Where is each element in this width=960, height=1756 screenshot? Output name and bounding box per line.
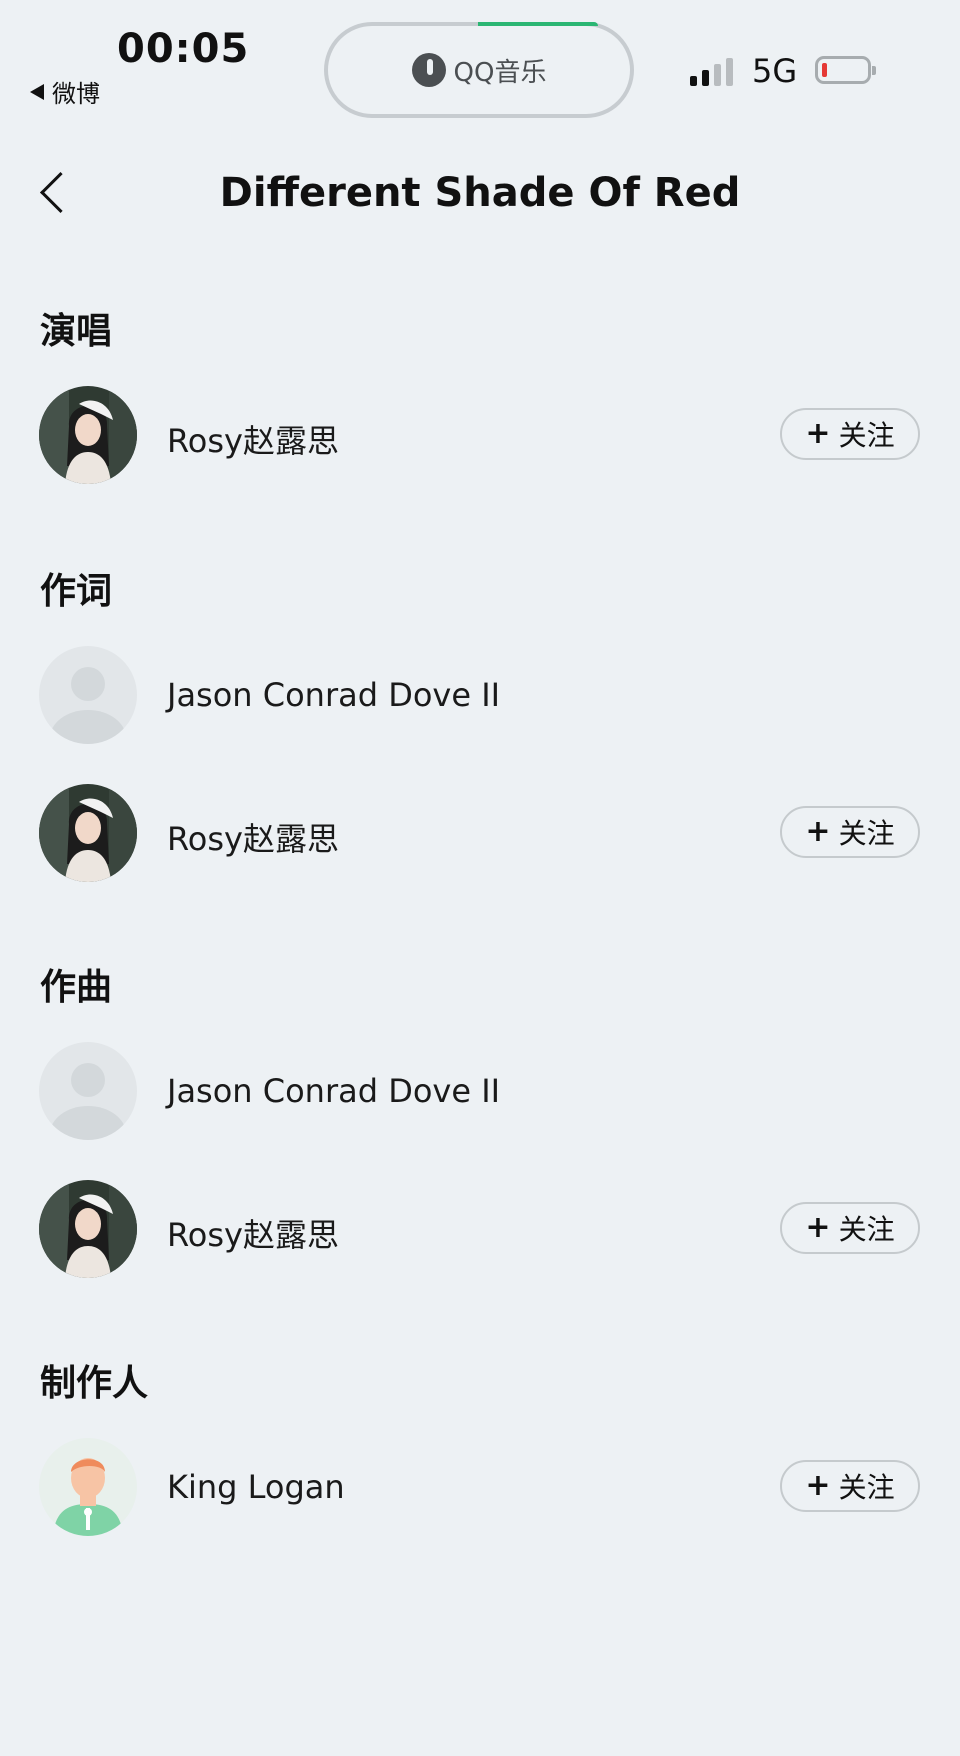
person-name[interactable]: Rosy赵露思 xyxy=(167,416,339,462)
follow-button[interactable]: + 关注 xyxy=(780,1460,920,1512)
credit-row[interactable]: Rosy赵露思 + 关注 xyxy=(0,1180,960,1280)
credit-row[interactable]: Jason Conrad Dove II xyxy=(0,646,960,746)
plus-icon: + xyxy=(805,1468,831,1503)
avatar[interactable] xyxy=(39,386,137,484)
person-name[interactable]: Jason Conrad Dove II xyxy=(167,676,500,714)
avatar[interactable] xyxy=(39,1180,137,1278)
follow-label: 关注 xyxy=(838,419,895,452)
signal-icon xyxy=(690,56,733,86)
person-name[interactable]: Rosy赵露思 xyxy=(167,814,339,860)
battery-icon xyxy=(815,56,876,84)
credit-row[interactable]: Jason Conrad Dove II xyxy=(0,1042,960,1142)
back-triangle-icon xyxy=(30,83,44,100)
back-to-app-link[interactable]: 微博 xyxy=(30,74,100,109)
credit-row[interactable]: King Logan + 关注 xyxy=(0,1438,960,1538)
avatar[interactable] xyxy=(39,646,137,744)
now-playing-island[interactable]: QQ音乐 xyxy=(324,22,634,118)
network-type: 5G xyxy=(752,52,798,90)
person-name[interactable]: Jason Conrad Dove II xyxy=(167,1072,500,1110)
avatar[interactable] xyxy=(39,1438,137,1536)
credit-row[interactable]: Rosy赵露思 + 关注 xyxy=(0,784,960,884)
back-to-app-label: 微博 xyxy=(52,80,100,108)
follow-label: 关注 xyxy=(838,1471,895,1504)
section-title-composer: 作曲 xyxy=(40,967,113,1008)
credit-row[interactable]: Rosy赵露思 + 关注 xyxy=(0,386,960,486)
avatar[interactable] xyxy=(39,1042,137,1140)
playback-progress xyxy=(478,22,598,26)
section-title-lyricist: 作词 xyxy=(40,571,113,612)
avatar[interactable] xyxy=(39,784,137,882)
follow-label: 关注 xyxy=(838,1213,895,1246)
plus-icon: + xyxy=(805,814,831,849)
page-title: Different Shade Of Red xyxy=(219,170,741,216)
qq-music-icon xyxy=(411,53,446,87)
now-playing-app-label: QQ音乐 xyxy=(453,57,547,88)
person-name[interactable]: King Logan xyxy=(167,1468,345,1506)
follow-button[interactable]: + 关注 xyxy=(780,408,920,460)
follow-button[interactable]: + 关注 xyxy=(780,1202,920,1254)
section-title-producer: 制作人 xyxy=(40,1363,149,1404)
status-time: 00:05 xyxy=(117,26,250,72)
person-name[interactable]: Rosy赵露思 xyxy=(167,1210,339,1256)
plus-icon: + xyxy=(805,416,831,451)
section-title-singer: 演唱 xyxy=(40,311,113,352)
follow-label: 关注 xyxy=(838,817,895,850)
status-bar: 00:05 微博 QQ音乐 5G xyxy=(0,0,960,130)
follow-button[interactable]: + 关注 xyxy=(780,806,920,858)
plus-icon: + xyxy=(805,1210,831,1245)
